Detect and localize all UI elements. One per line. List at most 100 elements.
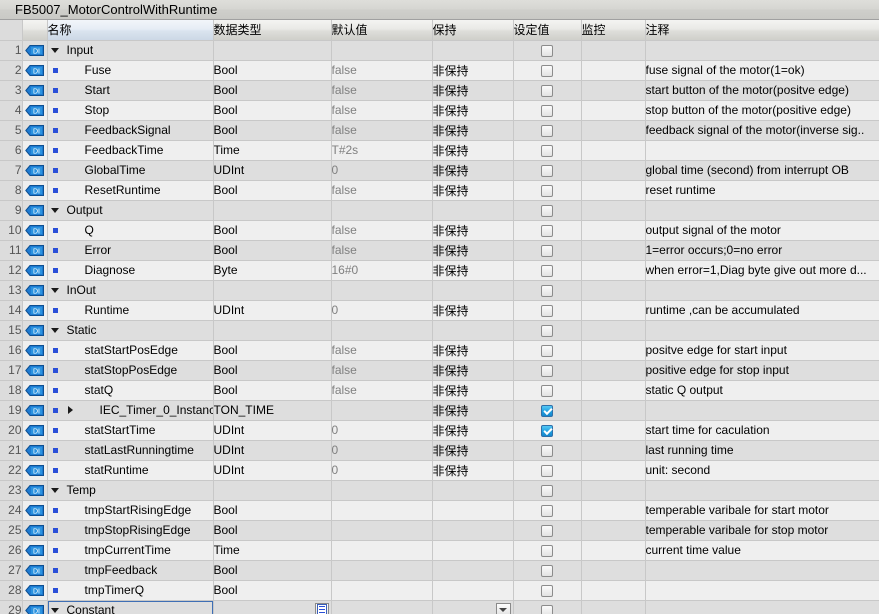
- monitor-cell[interactable]: [581, 400, 646, 421]
- default-value-cell[interactable]: false: [331, 240, 433, 261]
- default-value-cell[interactable]: [331, 580, 433, 601]
- table-row[interactable]: 23 DI Temp: [0, 480, 879, 501]
- row-number[interactable]: 5: [0, 120, 23, 141]
- setpoint-cell[interactable]: [513, 360, 582, 381]
- name-cell[interactable]: statLastRunningtime: [47, 440, 214, 461]
- comment-cell[interactable]: temperable varibale for start motor: [645, 500, 879, 521]
- name-cell[interactable]: statStartTime: [47, 420, 214, 441]
- row-tag-icon-cell[interactable]: DI: [22, 100, 48, 121]
- row-number[interactable]: 12: [0, 260, 23, 281]
- monitor-cell[interactable]: [581, 300, 646, 321]
- expander-collapse-icon[interactable]: [48, 487, 63, 493]
- monitor-cell[interactable]: [581, 60, 646, 81]
- comment-cell[interactable]: [645, 480, 879, 501]
- comment-cell[interactable]: current time value: [645, 540, 879, 561]
- table-row[interactable]: 19 DI IEC_Timer_0_Instance TON_TIME 非保持: [0, 400, 879, 421]
- name-cell[interactable]: IEC_Timer_0_Instance: [47, 400, 214, 421]
- table-row[interactable]: 18 DI statQ Bool false 非保持 static Q output: [0, 380, 879, 401]
- retain-cell[interactable]: 非保持: [432, 260, 514, 281]
- interface-table-scroll-area[interactable]: 名称 数据类型 默认值 保持 设定值 监控 注释 1 DI Input 2 DI Fuse…: [0, 20, 879, 614]
- comment-cell[interactable]: static Q output: [645, 380, 879, 401]
- monitor-cell[interactable]: [581, 360, 646, 381]
- table-row[interactable]: 9 DI Output: [0, 200, 879, 221]
- row-tag-icon-cell[interactable]: DI: [22, 420, 48, 441]
- retain-cell[interactable]: [432, 520, 514, 541]
- default-value-cell[interactable]: 0: [331, 440, 433, 461]
- datatype-cell[interactable]: Bool: [213, 180, 332, 201]
- row-number[interactable]: 29: [0, 600, 23, 614]
- default-value-cell[interactable]: [331, 500, 433, 521]
- retain-cell[interactable]: [432, 580, 514, 601]
- setpoint-checkbox[interactable]: [541, 44, 553, 57]
- setpoint-cell[interactable]: [513, 480, 582, 501]
- comment-cell[interactable]: last running time: [645, 440, 879, 461]
- setpoint-checkbox[interactable]: [541, 224, 553, 237]
- row-tag-icon-cell[interactable]: DI: [22, 380, 48, 401]
- retain-cell[interactable]: 非保持: [432, 80, 514, 101]
- row-tag-icon-cell[interactable]: DI: [22, 460, 48, 481]
- row-number[interactable]: 15: [0, 320, 23, 341]
- column-header-rownum[interactable]: [0, 20, 23, 41]
- row-number[interactable]: 14: [0, 300, 23, 321]
- setpoint-cell[interactable]: [513, 100, 582, 121]
- setpoint-cell[interactable]: [513, 380, 582, 401]
- row-number[interactable]: 21: [0, 440, 23, 461]
- expander-expand-icon[interactable]: [63, 406, 78, 414]
- setpoint-cell[interactable]: [513, 260, 582, 281]
- row-tag-icon-cell[interactable]: DI: [22, 200, 48, 221]
- row-tag-icon-cell[interactable]: DI: [22, 40, 48, 61]
- name-cell[interactable]: FeedbackTime: [47, 140, 214, 161]
- setpoint-checkbox[interactable]: [541, 284, 553, 297]
- row-number[interactable]: 3: [0, 80, 23, 101]
- datatype-cell[interactable]: Byte: [213, 260, 332, 281]
- setpoint-checkbox[interactable]: [541, 144, 553, 157]
- row-number[interactable]: 25: [0, 520, 23, 541]
- retain-cell[interactable]: 非保持: [432, 460, 514, 481]
- name-cell[interactable]: GlobalTime: [47, 160, 214, 181]
- setpoint-checkbox[interactable]: [541, 204, 553, 217]
- row-number[interactable]: 11: [0, 240, 23, 261]
- default-value-cell[interactable]: [331, 520, 433, 541]
- setpoint-checkbox[interactable]: [541, 244, 553, 257]
- setpoint-checkbox[interactable]: [541, 564, 553, 577]
- setpoint-cell[interactable]: [513, 580, 582, 601]
- retain-cell[interactable]: 非保持: [432, 440, 514, 461]
- datatype-cell[interactable]: Bool: [213, 120, 332, 141]
- row-tag-icon-cell[interactable]: DI: [22, 260, 48, 281]
- monitor-cell[interactable]: [581, 260, 646, 281]
- row-number[interactable]: 9: [0, 200, 23, 221]
- retain-dropdown-button[interactable]: [495, 602, 511, 614]
- row-tag-icon-cell[interactable]: DI: [22, 60, 48, 81]
- retain-cell[interactable]: 非保持: [432, 340, 514, 361]
- table-row[interactable]: 24 DI tmpStartRisingEdge Bool temperable var…: [0, 500, 879, 521]
- row-number[interactable]: 16: [0, 340, 23, 361]
- datatype-cell[interactable]: [213, 320, 332, 341]
- retain-cell[interactable]: [432, 500, 514, 521]
- datatype-cell[interactable]: Time: [213, 140, 332, 161]
- table-row[interactable]: 11 DI Error Bool false 非保持 1=error occurs;0=no…: [0, 240, 879, 261]
- monitor-cell[interactable]: [581, 580, 646, 601]
- datatype-cell[interactable]: [213, 600, 332, 614]
- comment-cell[interactable]: [645, 280, 879, 301]
- datatype-cell[interactable]: [213, 480, 332, 501]
- retain-cell[interactable]: [432, 280, 514, 301]
- column-header-datatype[interactable]: 数据类型: [213, 20, 332, 41]
- comment-cell[interactable]: fuse signal of the motor(1=ok): [645, 60, 879, 81]
- row-number[interactable]: 2: [0, 60, 23, 81]
- name-cell[interactable]: Input: [47, 40, 214, 61]
- name-cell[interactable]: Constant: [47, 600, 214, 614]
- default-value-cell[interactable]: false: [331, 220, 433, 241]
- column-header-default[interactable]: 默认值: [331, 20, 433, 41]
- setpoint-checkbox[interactable]: [541, 504, 553, 517]
- setpoint-checkbox[interactable]: [541, 404, 553, 417]
- retain-cell[interactable]: 非保持: [432, 400, 514, 421]
- row-tag-icon-cell[interactable]: DI: [22, 400, 48, 421]
- setpoint-cell[interactable]: [513, 460, 582, 481]
- setpoint-cell[interactable]: [513, 40, 582, 61]
- row-number[interactable]: 24: [0, 500, 23, 521]
- comment-cell[interactable]: start time for caculation: [645, 420, 879, 441]
- table-row[interactable]: 25 DI tmpStopRisingEdge Bool temperable vari…: [0, 520, 879, 541]
- default-value-cell[interactable]: false: [331, 180, 433, 201]
- comment-cell[interactable]: 1=error occurs;0=no error: [645, 240, 879, 261]
- default-value-cell[interactable]: 0: [331, 420, 433, 441]
